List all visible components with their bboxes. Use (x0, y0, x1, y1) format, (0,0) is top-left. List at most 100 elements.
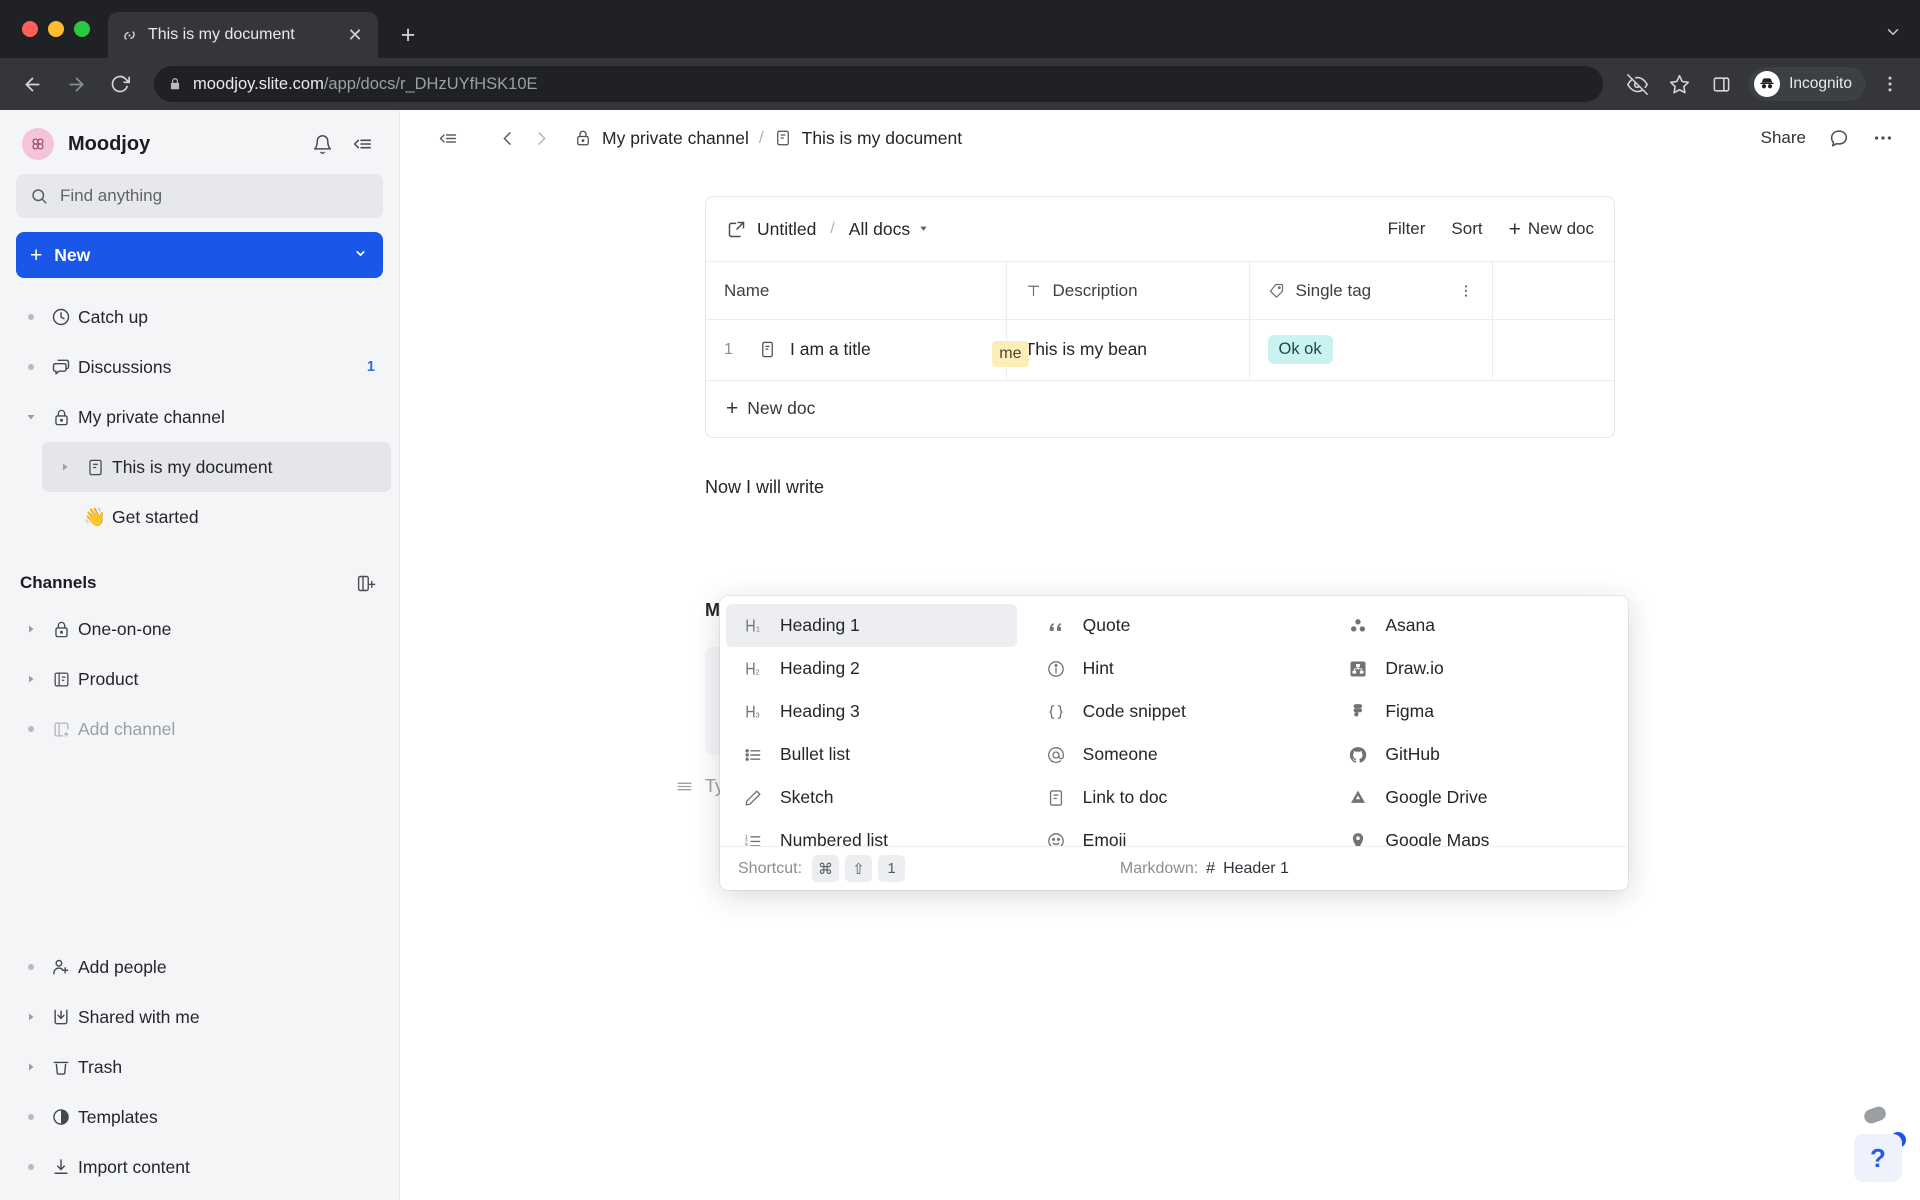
column-header-single-tag[interactable]: Single tag (1249, 261, 1493, 320)
slash-item-google-drive[interactable]: Google Drive (1331, 776, 1622, 819)
profile-chip[interactable]: Incognito (1749, 67, 1866, 101)
caret-right-icon[interactable] (18, 673, 44, 685)
breadcrumb-item-document[interactable]: This is my document (774, 128, 962, 149)
slash-item-figma[interactable]: Figma (1331, 690, 1622, 733)
sidebar-item-one-on-one[interactable]: One-on-one (8, 604, 391, 654)
drag-handle-icon[interactable] (675, 777, 694, 796)
star-icon[interactable] (1659, 64, 1699, 104)
presence-flag: me (992, 341, 1029, 367)
google-maps-icon (1345, 831, 1371, 846)
slash-item-bullet-list[interactable]: Bullet list (726, 733, 1017, 776)
document-scroll-area[interactable]: Untitled / All docs Filter Sort + New do… (400, 166, 1920, 1200)
sidebar-item-get-started[interactable]: 👋 Get started (42, 492, 391, 542)
chat-bubble-icon (44, 357, 78, 377)
slash-item-numbered-list[interactable]: 123 Numbered list (726, 819, 1017, 846)
sidebar-item-my-private-channel[interactable]: My private channel (8, 392, 391, 442)
collapse-sidebar-icon[interactable] (347, 129, 377, 159)
slash-item-someone[interactable]: Someone (1029, 733, 1320, 776)
eye-slash-icon[interactable] (1617, 64, 1657, 104)
cell-name[interactable]: 1 I am a title me (706, 319, 1029, 380)
kebab-menu-icon[interactable] (1868, 74, 1908, 94)
new-doc-button[interactable]: + New doc (1509, 219, 1594, 240)
caret-right-icon[interactable] (18, 1011, 44, 1023)
column-header-description[interactable]: Description (1006, 261, 1250, 320)
sidebar-item-add-channel[interactable]: Add channel (8, 704, 391, 754)
new-button[interactable]: + New (16, 232, 383, 278)
cell-description[interactable]: This is my bean (1006, 319, 1250, 380)
search-input[interactable]: Find anything (16, 174, 383, 218)
slash-item-heading-3[interactable]: 3 Heading 3 (726, 690, 1017, 733)
help-button[interactable]: ? (1854, 1134, 1902, 1182)
new-channel-icon[interactable] (356, 573, 377, 594)
caret-down-icon[interactable] (18, 411, 44, 423)
share-button[interactable]: Share (1761, 128, 1806, 148)
sidebar-item-templates[interactable]: Templates (8, 1092, 391, 1142)
collection-title[interactable]: Untitled (757, 219, 816, 240)
sort-button[interactable]: Sort (1451, 219, 1482, 239)
asana-icon (1345, 616, 1371, 636)
close-icon[interactable]: ✕ (344, 24, 366, 46)
chevron-down-icon[interactable] (354, 247, 367, 263)
column-header-empty[interactable] (1492, 261, 1614, 320)
slash-item-hint[interactable]: Hint (1029, 647, 1320, 690)
collection-footer-new-doc[interactable]: + New doc (706, 379, 1614, 437)
sidebar-item-import-content[interactable]: Import content (8, 1142, 391, 1192)
slash-item-google-maps[interactable]: Google Maps (1331, 819, 1622, 846)
maximize-window-button[interactable] (74, 21, 90, 37)
slash-item-github[interactable]: GitHub (1331, 733, 1622, 776)
slite-icon (120, 26, 138, 44)
close-window-button[interactable] (22, 21, 38, 37)
sidebar-item-product[interactable]: Product (8, 654, 391, 704)
chevron-right-icon[interactable] (524, 121, 558, 155)
sidebar-item-add-people[interactable]: Add people (8, 942, 391, 992)
slash-item-label: Heading 1 (780, 615, 860, 635)
cell-empty[interactable] (1492, 319, 1614, 380)
slash-item-quote[interactable]: Quote (1029, 604, 1320, 647)
slash-item-link-to-doc[interactable]: Link to doc (1029, 776, 1320, 819)
ellipsis-icon[interactable] (1872, 127, 1894, 149)
reload-icon[interactable] (100, 64, 140, 104)
table-row[interactable]: 1 I am a title me This is my bean Ok ok (706, 319, 1614, 380)
kebab-menu-icon[interactable] (1458, 283, 1474, 299)
bell-icon[interactable] (307, 129, 337, 159)
caret-right-icon[interactable] (18, 1061, 44, 1073)
side-panel-icon[interactable] (1701, 64, 1741, 104)
filter-button[interactable]: Filter (1388, 219, 1426, 239)
collection-view-selector[interactable]: All docs (849, 219, 929, 240)
add-person-icon (44, 957, 78, 977)
address-bar[interactable]: moodjoy.slite.com/app/docs/r_DHzUYfHSK10… (154, 66, 1604, 102)
browser-window: This is my document ✕ + moodjoy.slite.co… (0, 0, 1920, 1200)
column-header-name[interactable]: Name (706, 261, 1007, 320)
caret-right-icon[interactable] (52, 461, 78, 473)
chevron-left-icon[interactable] (490, 121, 524, 155)
paragraph-now-i-will-write[interactable]: Now I will write (705, 474, 1615, 502)
slash-item-heading-1[interactable]: 1 Heading 1 (726, 604, 1017, 647)
cell-single-tag[interactable]: Ok ok (1249, 319, 1493, 380)
back-arrow-icon[interactable] (12, 64, 52, 104)
plus-icon[interactable]: + (388, 15, 428, 55)
sidebar-item-trash[interactable]: Trash (8, 1042, 391, 1092)
slash-command-menu[interactable]: 1 Heading 1 2 Heading 2 3 Heading 3 Bull… (720, 596, 1628, 890)
slash-item-drawio[interactable]: Draw.io (1331, 647, 1622, 690)
forward-arrow-icon[interactable] (56, 64, 96, 104)
collapse-panel-icon[interactable] (430, 121, 464, 155)
dot-bullet-icon (18, 1114, 44, 1120)
slash-item-code-snippet[interactable]: Code snippet (1029, 690, 1320, 733)
sidebar-item-label: One-on-one (78, 618, 172, 639)
chevron-down-icon[interactable] (1884, 23, 1902, 46)
browser-tab[interactable]: This is my document ✕ (108, 12, 378, 58)
slash-item-sketch[interactable]: Sketch (726, 776, 1017, 819)
slash-item-emoji[interactable]: Emoji (1029, 819, 1320, 846)
comment-icon[interactable] (1828, 127, 1850, 149)
breadcrumb-item-channel[interactable]: My private channel (574, 128, 749, 149)
channels-section-header: Channels (20, 568, 377, 598)
sidebar-item-catch-up[interactable]: Catch up (8, 292, 391, 342)
quote-icon (1043, 616, 1069, 636)
slash-item-heading-2[interactable]: 2 Heading 2 (726, 647, 1017, 690)
sidebar-item-discussions[interactable]: Discussions 1 (8, 342, 391, 392)
sidebar-item-shared-with-me[interactable]: Shared with me (8, 992, 391, 1042)
caret-right-icon[interactable] (18, 623, 44, 635)
sidebar-item-this-is-my-document[interactable]: This is my document (42, 442, 391, 492)
slash-item-asana[interactable]: Asana (1331, 604, 1622, 647)
minimize-window-button[interactable] (48, 21, 64, 37)
